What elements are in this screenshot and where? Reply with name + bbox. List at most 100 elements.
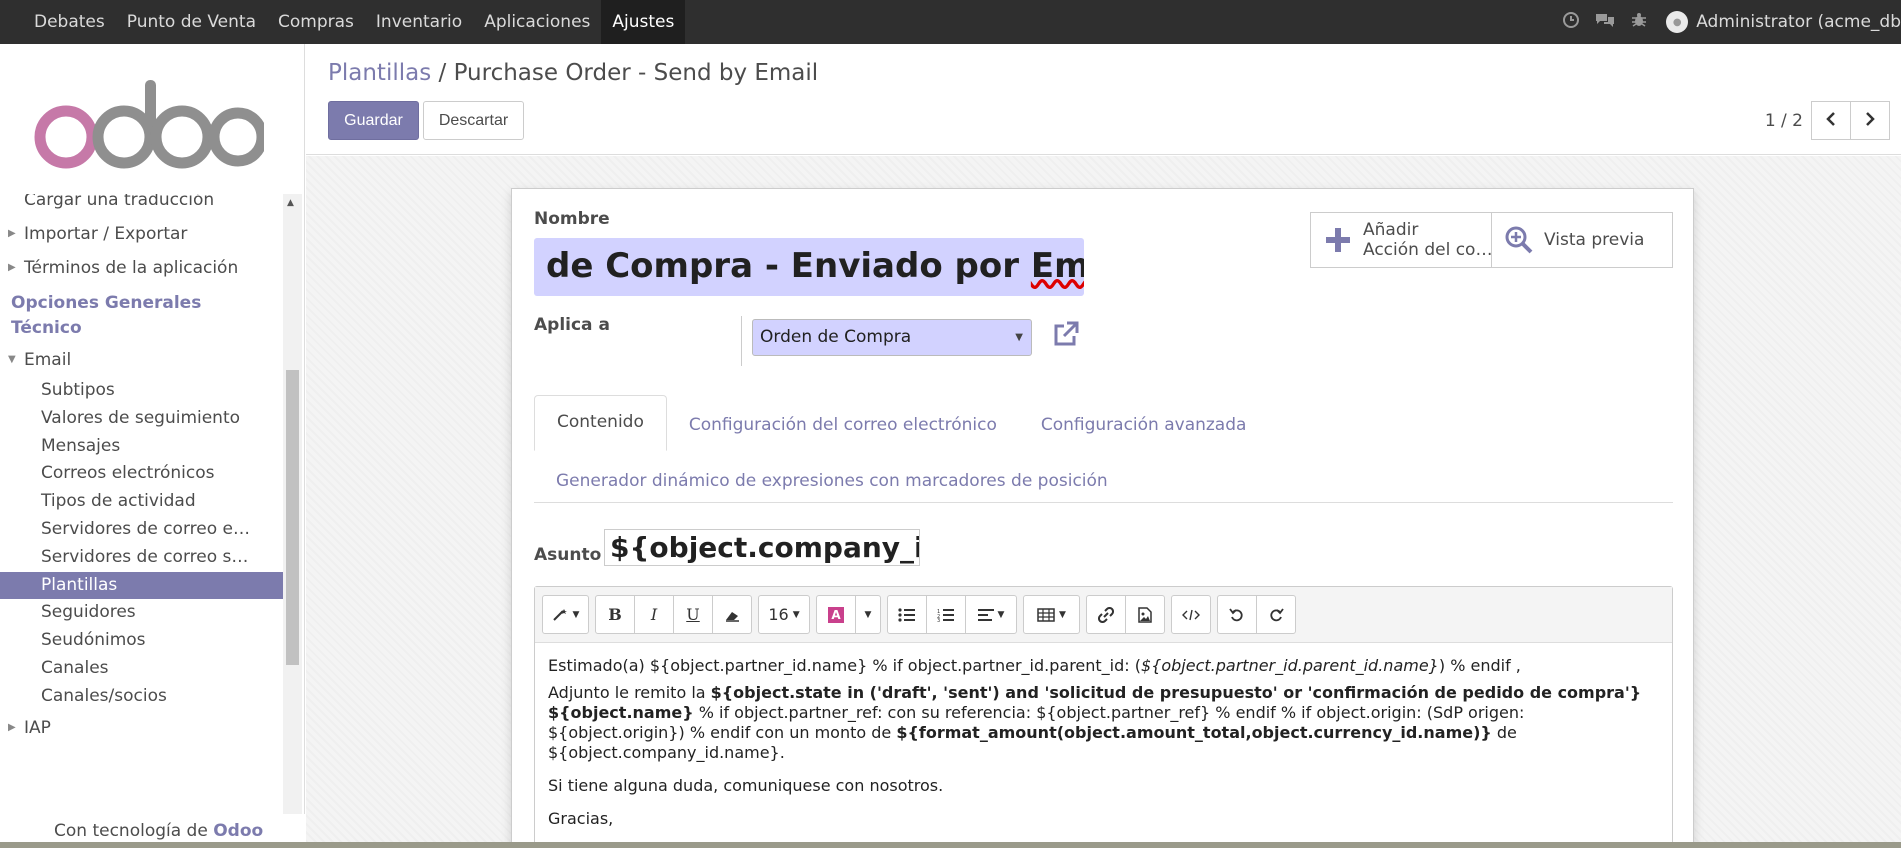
zoom-in-icon	[1504, 225, 1534, 255]
sidebar-item[interactable]: Subtipos	[0, 377, 283, 405]
tab[interactable]: Contenido	[534, 395, 667, 451]
pager-value[interactable]: 1 / 2	[1765, 111, 1803, 131]
subject-field[interactable]: ${object.company_id.na	[604, 529, 920, 566]
code-view-icon[interactable]	[1171, 595, 1211, 634]
top-menu-item[interactable]: Inventario	[365, 0, 473, 44]
sidebar-item[interactable]: Servidores de correo e…	[0, 516, 283, 544]
odoo-logo[interactable]	[34, 72, 268, 172]
email-body[interactable]: Estimado(a) ${object.partner_id.name} % …	[535, 643, 1672, 848]
preview-button[interactable]: Vista previa	[1492, 213, 1672, 267]
caret-right-icon: ▶	[8, 262, 16, 273]
italic-button[interactable]: I	[634, 595, 674, 634]
scrollbar-thumb[interactable]	[286, 370, 299, 665]
underline-button[interactable]: U	[673, 595, 713, 634]
breadcrumb: Plantillas / Purchase Order - Send by Em…	[328, 60, 819, 86]
discard-button[interactable]: Descartar	[423, 101, 524, 140]
sidebar-item[interactable]: Servidores de correo s…	[0, 544, 283, 572]
caret-down-icon: ▼	[572, 609, 580, 620]
chat-icon[interactable]	[1588, 12, 1622, 32]
caret-down-icon: ▼	[1015, 332, 1023, 343]
bug-icon[interactable]	[1622, 12, 1656, 32]
applies-label: Aplica a	[534, 315, 610, 335]
align-dropdown[interactable]: ▼	[965, 595, 1017, 634]
color-dropdown-button[interactable]: ▼	[855, 595, 881, 634]
font-color-icon: A	[828, 606, 844, 623]
tab-dynamic-placeholder[interactable]: Generador dinámico de expresiones con ma…	[534, 459, 1130, 502]
sidebar-item[interactable]: Canales/socios	[0, 683, 283, 711]
top-menu-item[interactable]: Compras	[267, 0, 365, 44]
form-sheet: Nombre de Compra - Enviado por Email Aña…	[511, 188, 1694, 848]
bold-button[interactable]: B	[595, 595, 635, 634]
pager-previous-button[interactable]	[1811, 101, 1851, 140]
external-link-icon[interactable]	[1050, 318, 1082, 350]
page-title: Purchase Order - Send by Email	[453, 60, 819, 86]
tab[interactable]: Configuración avanzada	[1019, 403, 1269, 451]
eraser-icon[interactable]	[712, 595, 752, 634]
image-icon[interactable]	[1125, 595, 1165, 634]
sidebar-item[interactable]: Seguidores	[0, 599, 283, 627]
scroll-up-icon[interactable]: ▲	[287, 198, 294, 208]
save-button[interactable]: Guardar	[328, 101, 419, 140]
top-menu-item[interactable]: Punto de Venta	[116, 0, 267, 44]
chevron-left-icon	[1826, 112, 1835, 126]
body-paragraph: Estimado(a) ${object.partner_id.name} % …	[548, 656, 1521, 675]
systray: ● Administrator (acme_db	[1554, 0, 1901, 44]
name-field[interactable]: de Compra - Enviado por Email	[534, 238, 1084, 296]
control-panel: Plantillas / Purchase Order - Send by Em…	[306, 44, 1901, 155]
caret-right-icon: ▶	[8, 721, 16, 733]
caret-down-icon: ▼	[997, 609, 1005, 620]
subject-label: Asunto	[534, 545, 602, 565]
font-color-button[interactable]: A	[816, 595, 856, 634]
sidebar-item[interactable]: Cargar una traducción	[0, 194, 283, 217]
top-navbar: Debates Punto de Venta Compras Inventario Ap…	[0, 0, 1901, 44]
top-menu-item[interactable]: Aplicaciones	[473, 0, 601, 44]
redo-icon[interactable]	[1256, 595, 1296, 634]
sidebar-item[interactable]: Correos electrónicos	[0, 460, 283, 488]
caret-right-icon: ▶	[8, 228, 16, 239]
font-size-dropdown[interactable]: 16 ▼	[758, 595, 810, 634]
sidebar-item[interactable]: Tipos de actividad	[0, 488, 283, 516]
powered-brand-link[interactable]: Odoo	[213, 821, 263, 841]
sidebar-item[interactable]: ▶ Términos de la aplicación	[0, 251, 283, 285]
sidebar-item[interactable]: ▶ Importar / Exportar	[0, 217, 283, 251]
body-paragraph: Si tiene alguna duda, comuniquese con no…	[548, 776, 944, 795]
align-left-icon	[977, 608, 994, 621]
numbered-list-icon[interactable]: 123	[926, 595, 966, 634]
sidebar-item[interactable]: Canales	[0, 655, 283, 683]
avatar: ●	[1666, 11, 1689, 33]
add-context-action-button[interactable]: Añadir Acción del co…	[1311, 213, 1492, 267]
style-dropdown-button[interactable]: ▼	[542, 595, 589, 634]
sidebar-menu: Cargar una traducción ▶ Importar / Exporta…	[0, 194, 283, 848]
table-dropdown[interactable]: ▼	[1023, 595, 1080, 634]
body-paragraph: Adjunto le remito la ${object.state in (…	[548, 683, 1642, 762]
notebook-tabs: Contenido Configuración del correo electr…	[534, 395, 1673, 503]
user-menu[interactable]: ● Administrator (acme_db	[1666, 11, 1901, 33]
sidebar-item-iap[interactable]: ▶ IAP	[0, 711, 283, 745]
tab[interactable]: Configuración del correo electrónico	[667, 403, 1019, 451]
bullet-list-icon[interactable]	[887, 595, 927, 634]
caret-down-icon: ▼	[8, 354, 16, 365]
sidebar-scrollbar[interactable]: ▲ ▼	[283, 194, 302, 848]
undo-icon[interactable]	[1217, 595, 1257, 634]
clock-icon[interactable]	[1554, 12, 1588, 32]
applies-to-select[interactable]: Orden de Compra ▼	[752, 319, 1032, 356]
pager-next-button[interactable]	[1850, 101, 1890, 140]
smart-buttons: Añadir Acción del co… Vista previa	[1310, 212, 1673, 268]
sidebar-item[interactable]: Mensajes	[0, 433, 283, 461]
top-menu-item[interactable]: Debates	[23, 0, 116, 44]
chevron-right-icon	[1866, 112, 1875, 126]
sidebar-item[interactable]: Plantillas	[0, 571, 283, 600]
sidebar: Cargar una traducción ▶ Importar / Exporta…	[0, 44, 305, 848]
table-icon	[1037, 607, 1055, 622]
html-editor: ▼ B I U 16 ▼ A ▼ 1 2 3 ▼ ▼ Estimado(a) $…	[534, 586, 1673, 848]
sidebar-item[interactable]: Seudónimos	[0, 627, 283, 655]
top-menu-item[interactable]: Ajustes	[601, 0, 686, 44]
pager: 1 / 2	[1765, 101, 1890, 140]
sidebar-item[interactable]: Valores de seguimiento	[0, 405, 283, 433]
caret-down-icon: ▼	[864, 609, 872, 620]
breadcrumb-parent-link[interactable]: Plantillas	[328, 60, 431, 86]
svg-text:3: 3	[937, 618, 940, 622]
link-icon[interactable]	[1086, 595, 1126, 634]
editor-toolbar: ▼ B I U 16 ▼ A ▼ 1 2 3 ▼ ▼	[535, 587, 1672, 643]
sidebar-item-email[interactable]: ▼ Email	[0, 343, 283, 377]
